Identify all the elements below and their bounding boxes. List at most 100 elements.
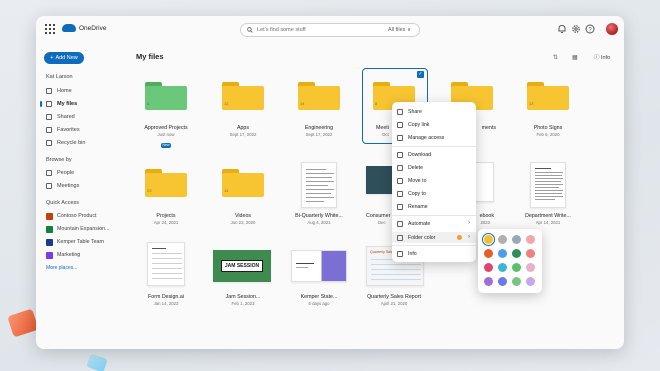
file-date: Jan 14, 2023 <box>153 301 179 306</box>
file-tile[interactable]: Department Write... Apr 14, 2021 <box>516 162 580 232</box>
document-thumbnail <box>474 162 494 202</box>
quick-access-item[interactable]: Marketing <box>46 250 126 260</box>
color-swatch[interactable] <box>526 235 535 244</box>
nav-people[interactable]: People <box>46 168 126 178</box>
site-icon <box>46 238 53 246</box>
more-places-link[interactable]: More places... <box>46 265 77 271</box>
menu-label: Automate <box>408 220 431 227</box>
search-filter-dropdown[interactable]: All files ∨ <box>388 27 411 33</box>
image-thumbnail: JAM SESSION <box>213 250 271 282</box>
file-tile[interactable]: Kemper State... 5 days ago <box>287 242 351 312</box>
user-avatar[interactable] <box>606 23 618 35</box>
nav-my-files[interactable]: My files <box>40 99 126 109</box>
add-new-button[interactable]: + Add New <box>44 52 84 64</box>
nav-recycle-bin[interactable]: Recycle bin <box>46 138 126 148</box>
menu-item-delete[interactable]: Delete <box>392 162 476 173</box>
file-name: Form Design.ai <box>148 294 184 300</box>
menu-item-copy-link[interactable]: Copy link <box>392 119 476 130</box>
nav-meetings[interactable]: Meetings <box>46 181 126 191</box>
presentation-thumbnail <box>291 250 347 282</box>
chevron-right-icon: › <box>468 220 470 226</box>
menu-item-share[interactable]: Share <box>392 106 476 117</box>
folder-icon: 14 <box>222 169 264 197</box>
site-icon <box>46 225 53 233</box>
file-name: Quarterly Sales Report <box>367 294 421 300</box>
menu-item-move-to[interactable]: Move to <box>392 175 476 186</box>
info-icon: ⓘ <box>594 55 602 61</box>
folder-name: Engineering <box>304 125 334 131</box>
info-button[interactable]: ⓘ Info <box>594 53 610 61</box>
color-swatch[interactable] <box>512 263 521 272</box>
folder-tile[interactable]: 14 Videos Jun 22, 2020 <box>211 162 275 232</box>
quick-access-heading: Quick Access <box>46 200 80 206</box>
nav-home[interactable]: Home <box>46 86 126 96</box>
folder-tile[interactable]: 4 Approved Projects Just now <box>134 74 198 144</box>
context-menu: Share Copy link Manage access Download D… <box>392 102 476 262</box>
onedrive-logo-icon <box>62 24 76 32</box>
menu-item-folder-color[interactable]: Folder color › <box>392 232 476 243</box>
folder-tile[interactable]: 23 Projects Apr 24, 2021 <box>134 162 198 232</box>
quick-access-item[interactable]: Mountain Expansion... <box>46 224 126 234</box>
color-swatch[interactable] <box>526 249 535 258</box>
app-launcher-icon[interactable] <box>45 24 55 34</box>
search-input[interactable] <box>257 25 367 35</box>
person-icon <box>46 170 52 176</box>
onedrive-window: OneDrive All files ∨ ? + Add New Kat Lar… <box>36 16 624 349</box>
folder-date: Sept 17, 2022 <box>305 132 333 137</box>
menu-item-rename[interactable]: Rename <box>392 201 476 212</box>
file-tile[interactable]: Bi-Quarterly White... Aug 4, 2021 <box>287 162 351 232</box>
color-swatch[interactable] <box>482 233 495 246</box>
folder-tile[interactable]: 14 Engineering Sept 17, 2022 <box>287 74 351 144</box>
grid-view-icon[interactable]: ▦ <box>572 54 578 61</box>
menu-label: Share <box>408 108 422 115</box>
nav-favorites[interactable]: Favorites <box>46 125 126 135</box>
nav-shared[interactable]: Shared <box>46 112 126 122</box>
new-badge: New <box>161 143 171 148</box>
site-icon <box>46 212 53 220</box>
color-swatch[interactable] <box>498 277 507 286</box>
rename-icon <box>397 203 403 210</box>
menu-item-manage-access[interactable]: Manage access <box>392 132 476 143</box>
menu-label: Copy to <box>408 190 426 197</box>
menu-item-automate[interactable]: Automate › <box>392 218 476 229</box>
folder-date: Sept 17, 2022 <box>229 132 257 137</box>
home-icon <box>46 88 52 94</box>
color-swatch[interactable] <box>484 263 493 272</box>
color-swatch[interactable] <box>526 263 535 272</box>
quick-access-item[interactable]: Kemper Table Team <box>46 237 126 247</box>
file-name: Jam Session... <box>225 294 261 300</box>
color-swatch[interactable] <box>512 277 521 286</box>
file-tile[interactable]: JAM SESSION Jam Session... Feb 1, 2023 <box>211 242 275 312</box>
menu-item-copy-to[interactable]: Copy to <box>392 188 476 199</box>
menu-item-info[interactable]: Info <box>392 248 476 259</box>
color-swatch[interactable] <box>512 235 521 244</box>
sort-icon[interactable]: ⇅ <box>553 54 558 61</box>
folder-name: Videos <box>234 213 252 219</box>
gear-icon[interactable] <box>571 24 581 34</box>
quick-access-label: Contoso Product <box>57 213 97 219</box>
decorative-cube <box>7 308 39 338</box>
add-new-label: Add New <box>55 55 78 61</box>
color-swatch[interactable] <box>484 277 493 286</box>
search-box[interactable]: All files ∨ <box>240 23 420 37</box>
folder-tile[interactable]: 13 Photo Signs Feb 6, 2020 <box>516 74 580 144</box>
color-swatch[interactable] <box>526 277 535 286</box>
menu-label: Rename <box>408 203 428 210</box>
color-swatch[interactable] <box>484 249 493 258</box>
color-swatch[interactable] <box>498 249 507 258</box>
color-swatch[interactable] <box>512 249 521 258</box>
menu-label: Info <box>408 250 417 257</box>
quick-access-item[interactable]: Contoso Product <box>46 211 126 221</box>
color-swatch[interactable] <box>498 263 507 272</box>
folder-icon: 12 <box>222 82 264 110</box>
folder-icon <box>46 101 52 107</box>
menu-item-download[interactable]: Download <box>392 149 476 160</box>
color-swatch[interactable] <box>498 235 507 244</box>
bell-icon[interactable] <box>557 24 567 34</box>
calendar-icon <box>46 183 52 189</box>
folder-icon: 4 <box>145 82 187 110</box>
folder-tile[interactable]: 12 Apps Sept 17, 2022 <box>211 74 275 144</box>
file-tile[interactable]: Form Design.ai Jan 14, 2023 <box>134 242 198 312</box>
folder-name: Apps <box>236 125 250 131</box>
help-icon[interactable]: ? <box>585 24 595 34</box>
